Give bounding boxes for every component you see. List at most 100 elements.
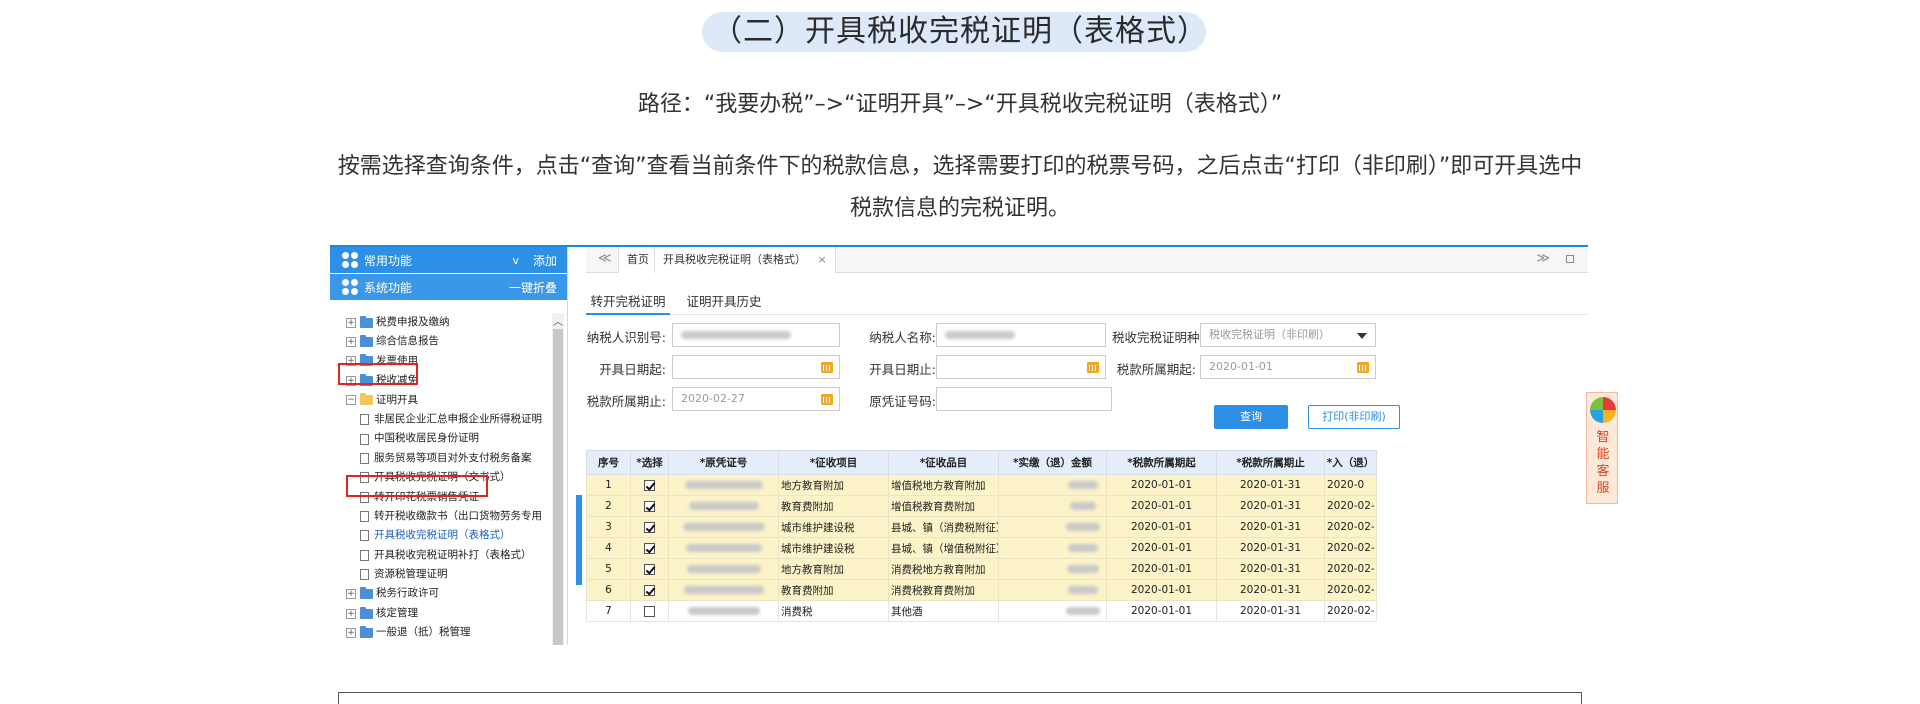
select-cell[interactable] [630, 474, 669, 496]
sidebar: 常用功能 v 添加 系统功能 一键折叠 + 税费申报及缴纳 + 综合信息报告 + 发票使用… [330, 247, 568, 645]
taxpayer-name-input[interactable] [936, 323, 1106, 347]
calendar-icon[interactable] [821, 362, 833, 373]
tree-item[interactable]: 转开税收缴款书（出口货物劳务专用 [346, 507, 556, 526]
close-icon[interactable]: × [818, 253, 827, 266]
tree-item[interactable]: 开具税收完税证明（表格式） [346, 526, 556, 545]
row-checkbox[interactable] [644, 542, 655, 554]
calendar-icon[interactable] [1087, 362, 1099, 373]
document-icon [360, 569, 369, 581]
tree-item[interactable]: 非居民企业汇总申报企业所得税证明 [346, 410, 556, 429]
navigation-path: 路径：“我要办税”–>“证明开具”–>“开具税收完税证明（表格式）” [637, 92, 1283, 117]
row-checkbox[interactable] [644, 584, 655, 596]
tree-item[interactable]: 资源税管理证明 [346, 565, 556, 584]
expand-icon[interactable]: + [346, 627, 356, 638]
amount-cell [998, 537, 1107, 559]
table-row[interactable]: 6 教育费附加 消费税教育费附加 2020-01-01 2020-01-31 2020-0… [586, 579, 1377, 601]
collapse-icon[interactable]: − [346, 395, 356, 406]
row-number: 7 [586, 600, 631, 622]
folder-icon [360, 315, 373, 328]
table-row[interactable]: 7 消费税 其他酒 2020-01-01 2020-01-31 2020-02- [586, 600, 1377, 622]
print-button[interactable]: 打印(非印刷) [1308, 405, 1400, 429]
collapse-all-button[interactable]: 一键折叠 [509, 279, 557, 296]
tree-item[interactable]: 中国税收居民身份证明 [346, 429, 556, 448]
maximize-icon[interactable] [1566, 255, 1574, 263]
amount-cell [998, 495, 1107, 517]
period-from-input[interactable]: 2020-01-01 [1200, 355, 1376, 379]
row-checkbox[interactable] [644, 605, 655, 617]
select-cell[interactable] [630, 600, 669, 622]
nav-left-icon[interactable]: ≪ [598, 251, 612, 266]
row-number: 6 [586, 579, 631, 601]
common-functions-header[interactable]: 常用功能 v 添加 [330, 247, 567, 273]
tree-item[interactable]: 服务贸易等项目对外支付税务备案 [346, 449, 556, 468]
nav-right-icon[interactable]: ≫ [1536, 251, 1550, 266]
expand-icon[interactable]: + [346, 608, 356, 619]
issue-date-from-input[interactable] [672, 355, 840, 379]
scroll-up-icon[interactable]: ︿ [552, 313, 564, 328]
folder-icon [360, 606, 373, 619]
tree-item[interactable]: 开具税收完税证明补打（表格式） [346, 546, 556, 565]
row-checkbox[interactable] [644, 479, 655, 491]
select-cell[interactable] [630, 558, 669, 580]
period-to-cell: 2020-01-31 [1216, 600, 1325, 622]
query-button[interactable]: 查询 [1214, 405, 1288, 429]
tree-item[interactable]: − 证明开具 [346, 391, 556, 410]
calendar-icon[interactable] [1357, 362, 1369, 373]
tree-item[interactable]: + 综合信息报告 [346, 332, 556, 351]
taxpayer-id-input[interactable] [672, 323, 840, 347]
scroll-thumb[interactable] [553, 329, 563, 645]
document-icon [360, 433, 369, 445]
period-to-input[interactable]: 2020-02-27 [672, 387, 840, 411]
issue-date-to-input[interactable] [936, 355, 1106, 379]
row-checkbox[interactable] [644, 563, 655, 575]
tab-active[interactable]: 开具税收完税证明（表格式） × [654, 247, 836, 273]
system-functions-header[interactable]: 系统功能 一键折叠 [330, 274, 567, 300]
tree-item-label: 中国税收居民身份证明 [374, 432, 479, 445]
tree-item[interactable]: + 税费申报及缴纳 [346, 313, 556, 332]
row-checkbox[interactable] [644, 500, 655, 512]
table-row[interactable]: 3 城市维护建设税 县城、镇（消费税附征） 2020-01-01 2020-01-31 2… [586, 516, 1377, 538]
clover-icon [342, 279, 358, 295]
highlight-box-cert-folder [338, 363, 418, 385]
expand-icon[interactable]: + [346, 337, 356, 348]
sidebar-collapse-handle[interactable] [576, 495, 582, 585]
cert-type-value: 税收完税证明（非印刷） [1209, 328, 1330, 341]
period-to-cell: 2020-01-31 [1216, 474, 1325, 496]
taxpayer-name-label: 纳税人名称: [869, 330, 936, 345]
calendar-icon[interactable] [821, 394, 833, 405]
clover-icon [342, 252, 358, 268]
table-row[interactable]: 2 教育费附加 增值税教育费附加 2020-01-01 2020-01-31 2020-0… [586, 495, 1377, 517]
redacted-amount [1066, 565, 1099, 573]
voucher-no-input[interactable] [936, 387, 1112, 411]
smart-service-widget[interactable]: 智能客服 [1586, 392, 1618, 504]
select-cell[interactable] [630, 579, 669, 601]
tax-table: 序号 *选择 *原凭证号 *征收项目 *征收品目 *实缴（退）金额 *税款所属期起 *税款所属… [586, 450, 1377, 622]
sidebar-scrollbar[interactable]: ︿ [552, 313, 564, 645]
tab-transfer-cert[interactable]: 转开完税证明 [586, 291, 670, 315]
tree-item-label: 一般退（抵）税管理 [376, 626, 471, 639]
select-cell[interactable] [630, 516, 669, 538]
table-row[interactable]: 4 城市维护建设税 县城、镇（增值税附征） 2020-01-01 2020-01-31 2… [586, 537, 1377, 559]
column-header: *原凭证号 [668, 450, 779, 475]
folder-icon [360, 587, 373, 600]
tab-cert-history[interactable]: 证明开具历史 [682, 291, 766, 315]
select-cell[interactable] [630, 537, 669, 559]
expand-icon[interactable]: + [346, 589, 356, 600]
chevron-down-icon[interactable]: v [512, 254, 519, 267]
add-button[interactable]: 添加 [533, 252, 557, 269]
tree-item-label: 服务贸易等项目对外支付税务备案 [374, 451, 532, 464]
system-functions-title: 系统功能 [364, 280, 413, 295]
expand-icon[interactable]: + [346, 317, 356, 328]
tree-item[interactable]: + 核定管理 [346, 604, 556, 623]
tree-item[interactable]: + 税务行政许可 [346, 584, 556, 603]
table-row[interactable]: 5 地方教育附加 消费税地方教育附加 2020-01-01 2020-01-31 2020… [586, 558, 1377, 580]
row-checkbox[interactable] [644, 521, 655, 533]
tree-item[interactable]: + 一般退（抵）税管理 [346, 623, 556, 642]
cert-type-select[interactable]: 税收完税证明（非印刷） [1200, 323, 1376, 347]
voucher-cell [668, 495, 779, 517]
column-header: *税款所属期止 [1216, 450, 1325, 475]
redacted-amount [1067, 481, 1098, 489]
tab-home[interactable]: 首页 [618, 247, 658, 273]
select-cell[interactable] [630, 495, 669, 517]
table-row[interactable]: 1 地方教育附加 增值税地方教育附加 2020-01-01 2020-01-31 2020… [586, 474, 1377, 496]
